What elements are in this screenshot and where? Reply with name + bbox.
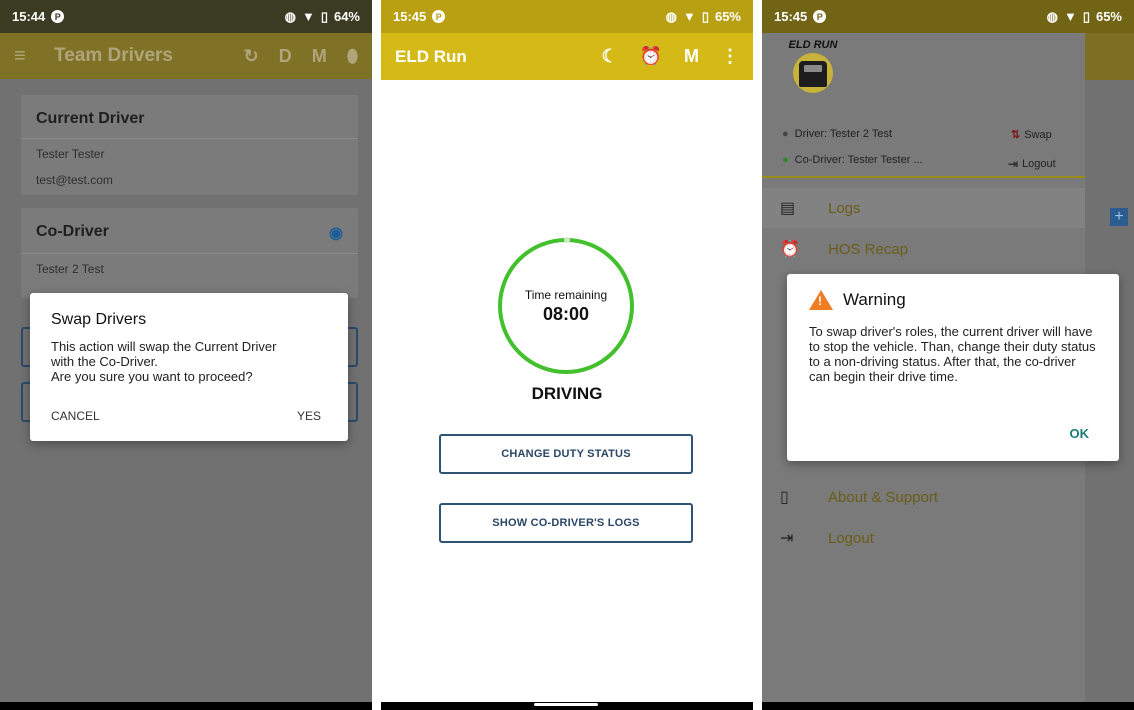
logo-text: ELD RUN	[788, 39, 838, 51]
night-mode-icon[interactable]: ☾	[601, 46, 617, 67]
drawer-co-driver-label: Co-Driver: Tester Tester ...	[794, 154, 923, 166]
app-bar: ≡ Team Drivers ↻ D M ⬮	[0, 33, 372, 79]
drawer-co-driver-row: ● Co-Driver: Tester Tester ...	[782, 154, 923, 166]
drawer-driver-label: Driver: Tester 2 Test	[794, 128, 893, 140]
eye-icon[interactable]: ◉	[329, 223, 343, 243]
co-driver-name: Tester 2 Test	[36, 262, 104, 276]
sync-icon[interactable]: ↻	[244, 46, 259, 67]
drawer-logout-button[interactable]: ⇥ Logout	[1008, 157, 1056, 171]
app-bar: ELD Run ☾ ⏰ M ⋮	[381, 33, 753, 80]
battery-percent: 64%	[333, 9, 360, 24]
logout-icon: ⇥	[780, 530, 794, 547]
menu-item-label: Logs	[828, 199, 861, 217]
system-nav-bar	[381, 702, 753, 710]
change-duty-status-button[interactable]: CHANGE DUTY STATUS	[439, 434, 693, 474]
swap-label: Swap	[1024, 128, 1052, 141]
logs-icon: ▤	[780, 200, 796, 217]
current-driver-title: Current Driver	[36, 110, 145, 127]
yes-button[interactable]: YES	[297, 409, 321, 423]
phone-icon: ▯	[780, 489, 789, 506]
alarm-icon[interactable]: ⏰	[640, 46, 662, 67]
current-driver-email: test@test.com	[36, 173, 113, 187]
menu-item-label: Logout	[828, 529, 874, 547]
menu-item-about-support[interactable]: ▯ About & Support	[762, 477, 1085, 517]
dialog-title: Warning	[843, 290, 906, 309]
battery-percent: 65%	[714, 9, 741, 24]
dialog-title: Swap Drivers	[51, 311, 147, 328]
page-title: ELD Run	[395, 46, 467, 66]
battery-icon: ▯	[1082, 8, 1090, 24]
ring-marker	[564, 237, 570, 243]
ok-button[interactable]: OK	[1070, 426, 1090, 441]
menu-item-hos-recap[interactable]: ⏰ HOS Recap	[762, 229, 1085, 269]
action-m-button[interactable]: M	[312, 46, 327, 67]
location-icon[interactable]: ⬮	[347, 46, 358, 67]
swap-button[interactable]: ⇅ Swap	[1011, 128, 1052, 142]
cancel-button[interactable]: CANCEL	[51, 409, 100, 423]
battery-icon: ▯	[701, 8, 709, 24]
menu-item-label: About & Support	[828, 488, 939, 506]
status-time: 15:45	[774, 9, 808, 24]
logout-icon: ⇥	[1008, 157, 1019, 171]
page-title: Team Drivers	[54, 45, 173, 66]
eld-run-screen: 15:45 P ◍ ▼ ▯ 65% ELD Run ☾ ⏰ M ⋮ Time r…	[381, 0, 753, 710]
vibrate-icon: ◍	[665, 8, 677, 24]
notification-icon: P	[813, 10, 827, 23]
swap-drivers-dialog: Swap Drivers This action will swap the C…	[30, 293, 348, 441]
notification-icon: P	[432, 10, 446, 23]
team-drivers-screen: 15:44 P ◍ ▼ ▯ 64% ≡ Team Drivers ↻ D M ⬮…	[0, 0, 372, 710]
battery-percent: 65%	[1095, 9, 1122, 24]
overflow-menu-icon[interactable]: ⋮	[721, 46, 739, 67]
add-icon: +	[1110, 208, 1128, 226]
warning-icon: !	[809, 290, 833, 310]
show-co-driver-logs-button[interactable]: SHOW CO-DRIVER'S LOGS	[439, 503, 693, 543]
status-bar: 15:45 P ◍ ▼ ▯ 65%	[762, 0, 1134, 33]
wifi-icon: ▼	[1063, 9, 1077, 24]
truck-icon	[799, 61, 827, 87]
system-nav-bar	[0, 702, 372, 710]
time-remaining-ring: Time remaining 08:00	[498, 237, 634, 374]
status-time: 15:44	[12, 9, 46, 24]
person-icon: ●	[782, 128, 789, 140]
status-time: 15:45	[393, 9, 427, 24]
action-m-button[interactable]: M	[684, 46, 699, 67]
swap-icon: ⇅	[1011, 129, 1021, 141]
alarm-icon: ⏰	[780, 241, 800, 258]
warning-dialog: ! Warning To swap driver's roles, the cu…	[787, 274, 1119, 461]
drawer-driver-row: ● Driver: Tester 2 Test	[782, 128, 892, 140]
wifi-icon: ▼	[682, 9, 696, 24]
notification-icon: P	[51, 10, 65, 23]
status-bar: 15:45 P ◍ ▼ ▯ 65%	[381, 0, 753, 33]
current-driver-card: Current Driver Tester Tester test@test.c…	[21, 95, 358, 195]
dialog-body: This action will swap the Current Driver…	[51, 339, 277, 384]
time-remaining-label: Time remaining	[524, 287, 608, 302]
menu-icon[interactable]: ≡	[14, 45, 46, 68]
menu-item-label: HOS Recap	[828, 240, 909, 258]
wifi-icon: ▼	[301, 9, 315, 24]
drawer-warning-screen: 15:45 P ◍ ▼ ▯ 65% + ELD RUN ● Driver: Te…	[762, 0, 1134, 710]
current-driver-name: Tester Tester	[36, 147, 105, 161]
vibrate-icon: ◍	[1046, 8, 1058, 24]
duty-status: DRIVING	[531, 384, 603, 403]
vibrate-icon: ◍	[284, 8, 296, 24]
person-icon: ●	[782, 154, 789, 166]
menu-item-logs[interactable]: ▤ Logs	[762, 188, 1085, 228]
action-d-button[interactable]: D	[279, 46, 292, 67]
battery-icon: ▯	[320, 8, 328, 24]
menu-item-logout[interactable]: ⇥ Logout	[762, 518, 1085, 558]
dialog-body: To swap driver's roles, the current driv…	[809, 324, 1096, 384]
co-driver-title: Co-Driver	[36, 223, 109, 240]
drawer-header: ELD RUN ● Driver: Tester 2 Test ● Co-Dri…	[762, 33, 1085, 178]
time-remaining-value: 08:00	[542, 303, 590, 324]
co-driver-card: Co-Driver ◉ Tester 2 Test	[21, 208, 358, 298]
app-logo: ELD RUN	[782, 39, 844, 101]
drawer-logout-label: Logout	[1022, 158, 1056, 170]
system-nav-bar	[762, 702, 1134, 710]
home-gesture-pill[interactable]	[534, 703, 598, 706]
status-bar: 15:44 P ◍ ▼ ▯ 64%	[0, 0, 372, 33]
